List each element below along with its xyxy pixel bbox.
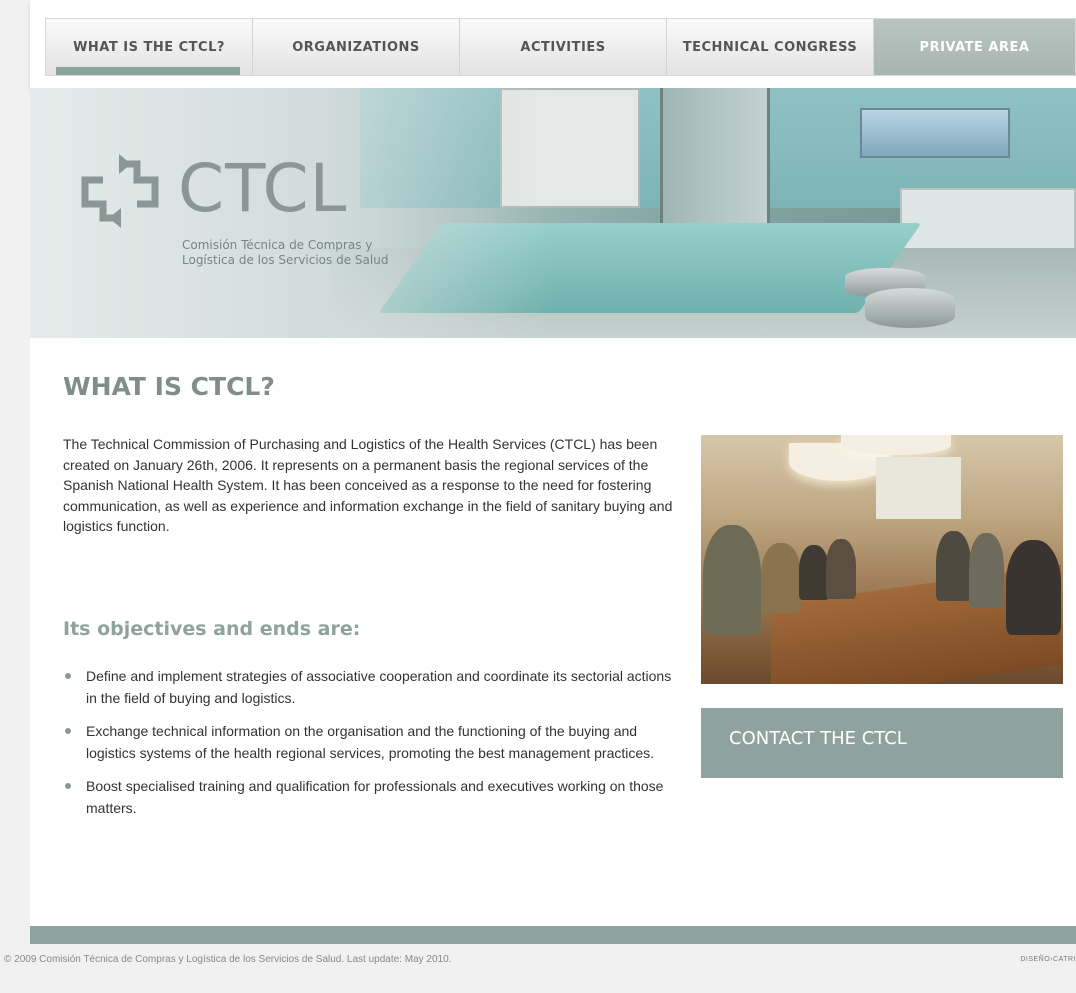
intro-paragraph: The Technical Commission of Purchasing a… (63, 436, 673, 534)
hero-banner: CTCL Comisión Técnica de Compras y Logís… (30, 88, 1076, 338)
nav-item-organizations[interactable]: ORGANIZATIONS (253, 19, 460, 75)
objectives-heading: Its objectives and ends are: (63, 618, 361, 640)
main-content: WHAT IS CTCL? The Technical Commission o… (30, 338, 1076, 926)
logo-subtitle-line: Comisión Técnica de Compras y (182, 238, 373, 252)
copyright-text: © 2009 Comisión Técnica de Compras y Log… (4, 954, 452, 965)
ctcl-logo-icon (81, 154, 159, 228)
logo-subtitle-line: Logística de los Servicios de Salud (182, 253, 389, 267)
list-item: Define and implement strategies of assoc… (63, 666, 673, 709)
photo-person (1006, 540, 1061, 635)
photo-person (703, 525, 761, 635)
photo-person (761, 543, 801, 613)
list-item: Boost specialised training and qualifica… (63, 776, 673, 819)
nav-item-technical-congress[interactable]: TECHNICAL CONGRESS (667, 19, 874, 75)
contact-ctcl-button[interactable]: CONTACT THE CTCL (701, 708, 1063, 778)
nav-item-what-is-ctcl[interactable]: WHAT IS THE CTCL? (46, 19, 253, 75)
photo-lamp (841, 435, 951, 455)
list-item: Exchange technical information on the or… (63, 721, 673, 764)
page-title: WHAT IS CTCL? (63, 372, 275, 401)
hero-photo-bowl (865, 288, 955, 328)
design-credit-link[interactable]: DISEÑO›CATRI (1020, 956, 1076, 963)
photo-screen (876, 457, 961, 519)
logo-wordmark: CTCL (178, 150, 348, 227)
objectives-list: Define and implement strategies of assoc… (63, 666, 673, 831)
nav-item-activities[interactable]: ACTIVITIES (460, 19, 667, 75)
nav-item-private-area[interactable]: PRIVATE AREA (874, 19, 1075, 75)
top-navigation: WHAT IS THE CTCL? ORGANIZATIONS ACTIVITI… (30, 0, 1076, 88)
hero-photo-machine (860, 108, 1010, 158)
page-frame: WHAT IS THE CTCL? ORGANIZATIONS ACTIVITI… (30, 0, 1076, 945)
logo-subtitle: Comisión Técnica de Compras y Logística … (182, 238, 388, 268)
photo-person (969, 533, 1004, 608)
footer-bar (30, 926, 1076, 944)
meeting-photo (701, 435, 1063, 684)
photo-person (936, 531, 971, 601)
nav-bar: WHAT IS THE CTCL? ORGANIZATIONS ACTIVITI… (45, 18, 1076, 76)
photo-person (799, 545, 829, 600)
photo-person (826, 539, 856, 599)
